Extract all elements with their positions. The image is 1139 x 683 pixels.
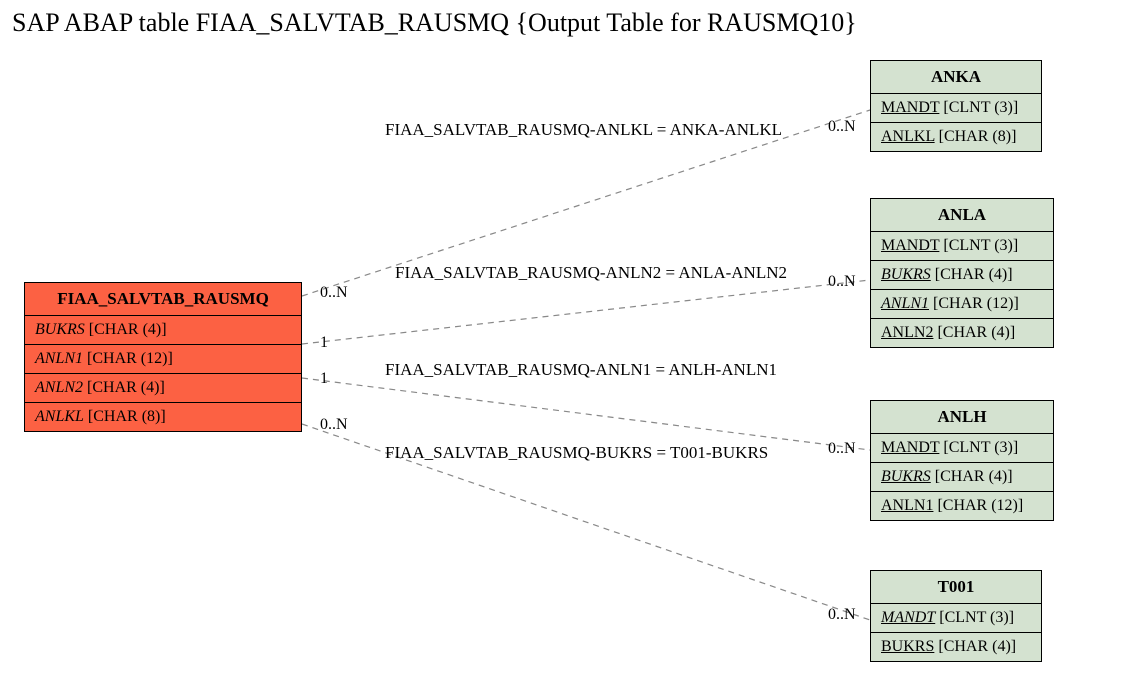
cardinality-right-r1: 0..N	[828, 118, 856, 136]
entity-t001-header: T001	[871, 571, 1041, 604]
diagram-title: SAP ABAP table FIAA_SALVTAB_RAUSMQ {Outp…	[12, 8, 857, 38]
entity-anla-field: ANLN1 [CHAR (12)]	[871, 290, 1053, 319]
entity-anla-field: MANDT [CLNT (3)]	[871, 232, 1053, 261]
entity-main-field: ANLN1 [CHAR (12)]	[25, 345, 301, 374]
relation-label-t001: FIAA_SALVTAB_RAUSMQ-BUKRS = T001-BUKRS	[385, 443, 768, 463]
cardinality-right-r4: 0..N	[828, 606, 856, 624]
entity-anlh: ANLH MANDT [CLNT (3)] BUKRS [CHAR (4)] A…	[870, 400, 1054, 521]
entity-anlh-field: BUKRS [CHAR (4)]	[871, 463, 1053, 492]
entity-t001-field: MANDT [CLNT (3)]	[871, 604, 1041, 633]
cardinality-left-r1: 0..N	[320, 284, 348, 302]
entity-anka-field: ANLKL [CHAR (8)]	[871, 123, 1041, 151]
relation-label-anka: FIAA_SALVTAB_RAUSMQ-ANLKL = ANKA-ANLKL	[385, 120, 782, 140]
relation-label-anla: FIAA_SALVTAB_RAUSMQ-ANLN2 = ANLA-ANLN2	[395, 263, 787, 283]
entity-t001-field: BUKRS [CHAR (4)]	[871, 633, 1041, 661]
entity-anlh-field: MANDT [CLNT (3)]	[871, 434, 1053, 463]
entity-main: FIAA_SALVTAB_RAUSMQ BUKRS [CHAR (4)] ANL…	[24, 282, 302, 432]
entity-anka: ANKA MANDT [CLNT (3)] ANLKL [CHAR (8)]	[870, 60, 1042, 152]
entity-main-field: BUKRS [CHAR (4)]	[25, 316, 301, 345]
entity-t001: T001 MANDT [CLNT (3)] BUKRS [CHAR (4)]	[870, 570, 1042, 662]
entity-anlh-header: ANLH	[871, 401, 1053, 434]
entity-anka-header: ANKA	[871, 61, 1041, 94]
entity-anka-field: MANDT [CLNT (3)]	[871, 94, 1041, 123]
entity-main-header: FIAA_SALVTAB_RAUSMQ	[25, 283, 301, 316]
entity-anlh-field: ANLN1 [CHAR (12)]	[871, 492, 1053, 520]
cardinality-left-r4: 0..N	[320, 416, 348, 434]
entity-anla: ANLA MANDT [CLNT (3)] BUKRS [CHAR (4)] A…	[870, 198, 1054, 348]
entity-anla-field: BUKRS [CHAR (4)]	[871, 261, 1053, 290]
cardinality-left-r2: 1	[320, 334, 328, 352]
cardinality-left-r3: 1	[320, 370, 328, 388]
entity-anla-field: ANLN2 [CHAR (4)]	[871, 319, 1053, 347]
cardinality-right-r3: 0..N	[828, 440, 856, 458]
entity-main-field: ANLKL [CHAR (8)]	[25, 403, 301, 431]
entity-main-field: ANLN2 [CHAR (4)]	[25, 374, 301, 403]
relation-label-anlh: FIAA_SALVTAB_RAUSMQ-ANLN1 = ANLH-ANLN1	[385, 360, 777, 380]
cardinality-right-r2: 0..N	[828, 273, 856, 291]
entity-anla-header: ANLA	[871, 199, 1053, 232]
